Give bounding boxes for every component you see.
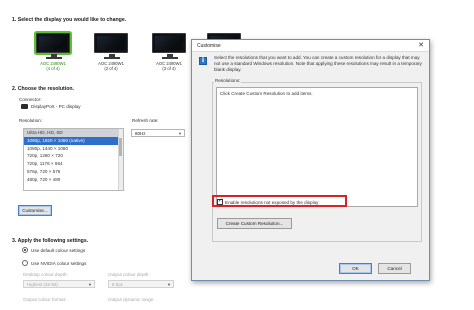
output-depth-select[interactable]: 8 bpc ▼ [108, 280, 174, 288]
step3-title: 3. Apply the following settings. [12, 238, 89, 244]
display-3-icon[interactable] [152, 33, 186, 59]
desktop-depth-value: Highest (32-bit) [27, 282, 58, 287]
customise-dialog: Customise ✕ Select the resolutions that … [191, 39, 430, 281]
refresh-rate-select[interactable]: 60Hz ▼ [131, 129, 185, 137]
dialog-title: Customise [197, 43, 221, 49]
chevron-down-icon: ▼ [88, 282, 92, 287]
desktop-depth-select[interactable]: Highest (32-bit) ▼ [23, 280, 95, 288]
output-depth-label: Output colour depth: [108, 272, 150, 277]
resolution-item[interactable]: 720p, 1176 × 664 [24, 160, 123, 168]
default-colour-label: Use default colour settings [31, 248, 86, 253]
dialog-description: Select the resolutions that you want to … [214, 55, 422, 73]
resolution-list-scrollbar[interactable] [118, 129, 123, 190]
customise-button[interactable]: Customise... [18, 205, 52, 216]
output-depth-value: 8 bpc [112, 282, 124, 287]
list-hint: Click Create Custom Resolution to add it… [220, 91, 313, 96]
nvidia-colour-radio[interactable] [22, 260, 28, 266]
resolution-item[interactable]: 480p, 720 × 480 [24, 176, 123, 184]
chevron-down-icon: ▼ [178, 131, 182, 136]
resolution-label: Resolution: [19, 118, 42, 123]
output-range-label: Output dynamic range: [108, 297, 155, 302]
refresh-rate-value: 60Hz [135, 131, 146, 136]
resolution-item[interactable]: 1080p, 1920 × 1080 (native) [24, 136, 123, 145]
connector-label: Connector: [19, 97, 42, 102]
display-3-index: (3 of 4) [162, 66, 176, 72]
create-custom-resolution-button[interactable]: Create Custom Resolution... [217, 218, 292, 229]
close-icon[interactable]: ✕ [416, 41, 426, 51]
ok-button[interactable]: OK [339, 263, 372, 274]
enable-resolutions-label: Enable resolutions not exposed by the di… [225, 200, 319, 205]
resolution-list[interactable]: Ultra HD, HD, SD 1080p, 1920 × 1080 (nat… [23, 128, 124, 191]
resolution-item[interactable]: 576p, 720 × 576 [24, 168, 123, 176]
display-3-label: AOC 2490W1 (3 of 4) [144, 61, 194, 72]
resolution-item[interactable]: 720p, 1280 × 720 [24, 152, 123, 160]
output-format-label: Output colour format: [23, 297, 67, 302]
enable-resolutions-checkbox[interactable] [217, 198, 223, 205]
display-2-label: AOC 2490W1 (2 of 4) [86, 61, 136, 72]
custom-resolutions-list[interactable]: Click Create Custom Resolution to add it… [216, 87, 418, 207]
resolution-item[interactable]: 1080p, 1440 × 1080 [24, 145, 123, 153]
cancel-button[interactable]: Cancel [378, 263, 411, 274]
step1-title: 1. Select the display you would like to … [12, 17, 127, 23]
chevron-down-icon: ▼ [167, 282, 171, 287]
dialog-titlebar[interactable]: Customise ✕ [192, 40, 429, 52]
display-1-label: AOC 2490W1 (4 of 4) [28, 61, 78, 72]
default-colour-radio[interactable] [22, 247, 28, 253]
step2-title: 2. Choose the resolution. [12, 86, 74, 92]
display-1-index: (4 of 4) [46, 66, 60, 72]
resolutions-group-label: Resolutions: [214, 78, 242, 83]
refresh-rate-label: Refresh rate: [132, 118, 159, 123]
display-1-icon[interactable] [36, 33, 70, 59]
display-2-index: (2 of 4) [104, 66, 118, 72]
resolution-group-header: Ultra HD, HD, SD [24, 129, 123, 137]
displayport-icon [21, 104, 28, 109]
desktop-depth-label: Desktop colour depth: [23, 272, 68, 277]
info-icon [199, 57, 207, 65]
display-2-icon[interactable] [94, 33, 128, 59]
connector-value: DisplayPort - PC display [31, 104, 81, 109]
nvidia-colour-label: Use NVIDIA colour settings [31, 261, 87, 266]
